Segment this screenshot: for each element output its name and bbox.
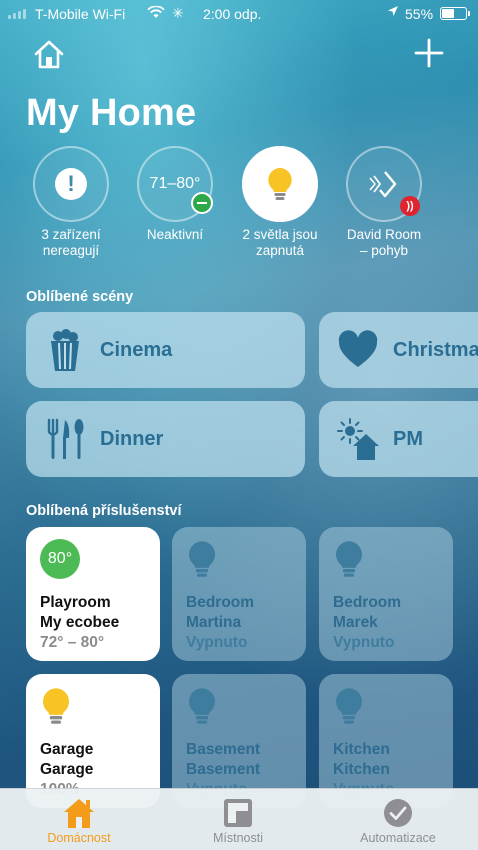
tab-automation[interactable]: Automatizace [333,797,463,845]
tab-label: Domácnost [47,831,111,845]
status-circle: 71–80° [137,146,213,222]
status-not-responding[interactable]: ! 3 zařízení nereagují [21,146,121,259]
accessory-bedroom-martina[interactable]: Bedroom Martina Vypnuto [172,527,306,661]
plus-icon [414,38,444,68]
cutlery-icon [47,418,84,459]
scene-dinner[interactable]: Dinner [26,401,305,477]
lightbulb-icon [43,688,69,724]
signal-strength-icon [8,9,26,19]
scene-christmas[interactable]: Christmas [319,312,478,388]
thermostat-icon: 80° [40,539,80,579]
lightbulb-icon [336,541,362,577]
status-circle: ! [33,146,109,222]
status-thermostat[interactable]: 71–80° Neaktivní [125,146,225,243]
lightbulb-icon [268,168,292,200]
heart-icon [338,330,378,367]
accessory-bedroom-marek[interactable]: Bedroom Marek Vypnuto [319,527,453,661]
wifi-icon [147,5,165,22]
battery-percent: 55% [405,6,434,22]
motion-detected-badge-icon: )) [400,196,420,216]
popcorn-icon [51,329,79,371]
house-icon [34,40,64,69]
scene-label: Dinner [100,427,164,450]
status-label: 2 světla jsou zapnutá [242,227,318,258]
rooms-icon [224,799,252,827]
temperature-range: 71–80° [149,175,201,192]
motion-sensor-icon [369,171,397,198]
accessory-label: Playroom My ecobee 72° – 80° [40,594,120,651]
scene-label: PM [393,427,423,450]
activity-spinner-icon: ✳ [172,5,184,21]
status-circle [242,146,318,222]
thermostat-off-badge-icon [191,192,213,214]
tab-rooms[interactable]: Místnosti [173,797,303,845]
accessory-playroom-thermostat[interactable]: 80° Playroom My ecobee 72° – 80° [26,527,160,661]
status-label: Neaktivní [146,227,204,242]
scene-pm[interactable]: PM [319,401,478,477]
status-lights-on[interactable]: 2 světla jsou zapnutá [230,146,330,259]
lightbulb-icon [189,688,215,724]
add-button[interactable] [412,36,446,70]
status-label: 3 zařízení nereagují [41,227,101,258]
scene-label: Cinema [100,338,173,361]
scenes-section-title: Oblíbené scény [26,289,134,305]
tab-home[interactable]: Domácnost [14,797,144,845]
battery-icon [440,7,470,20]
location-arrow-icon [387,5,399,20]
accessory-label: Bedroom Martina Vypnuto [186,594,255,651]
checkmark-circle-icon [384,799,412,827]
status-circle: )) [346,146,422,222]
status-motion[interactable]: )) David Room – pohyb [334,146,434,259]
accessory-label: Bedroom Marek Vypnuto [333,594,402,651]
tab-bar: Domácnost Místnosti Automatizace [0,788,478,850]
clock: 2:00 odp. [203,6,262,22]
status-bar: T-Mobile Wi-Fi ✳ 2:00 odp. 55% [0,0,478,28]
lightbulb-icon [336,688,362,724]
accessories-section-title: Oblíbená příslušenství [26,503,182,519]
home-settings-button[interactable] [32,38,66,72]
scene-label: Christmas [393,338,478,361]
house-icon [64,799,94,828]
carrier-name: T-Mobile Wi-Fi [35,6,126,22]
tab-label: Automatizace [360,831,436,845]
status-label: David Room – pohyb [346,227,422,258]
scene-cinema[interactable]: Cinema [26,312,305,388]
exclamation-icon: ! [55,168,87,200]
lightbulb-icon [189,541,215,577]
sun-house-icon [337,418,379,460]
tab-label: Místnosti [212,831,263,845]
page-title: My Home [26,92,197,134]
